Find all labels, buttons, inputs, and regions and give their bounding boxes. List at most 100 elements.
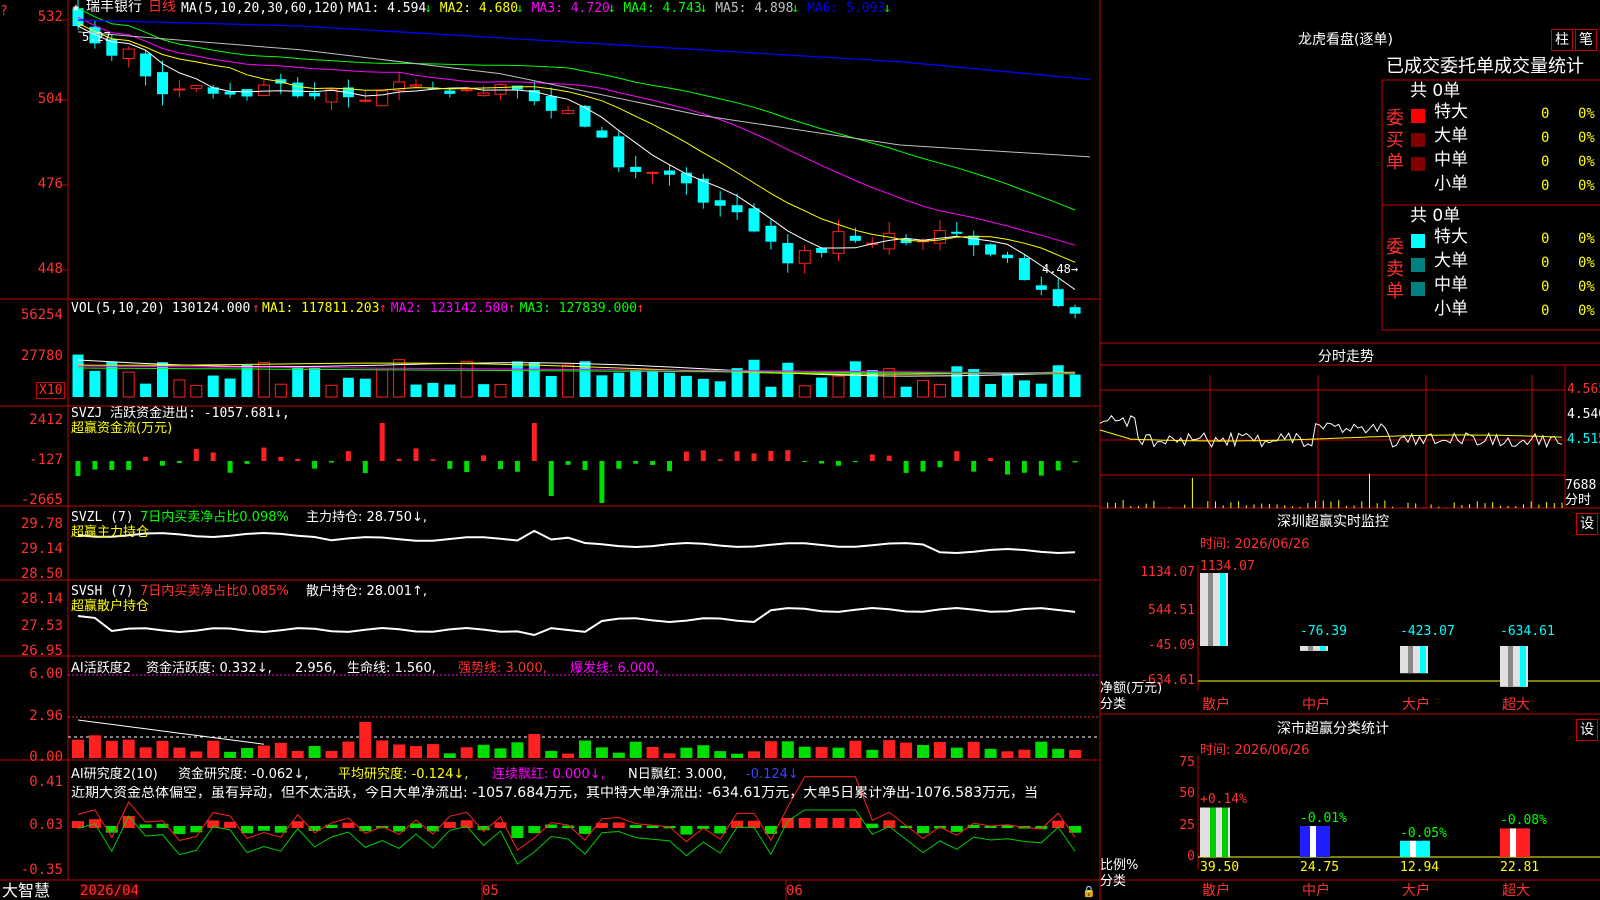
ma1-line	[77, 25, 1076, 291]
candle-body-down	[782, 242, 794, 264]
activity-bar	[612, 752, 625, 758]
candle-body-down	[664, 170, 675, 175]
volume-bar-down	[478, 384, 490, 397]
sell-legend-swatch	[1411, 234, 1425, 248]
sell-row-count: 0	[1541, 231, 1550, 247]
fund-flow-in-bar	[531, 423, 537, 461]
intraday-price-tick: 4.540	[1567, 407, 1600, 422]
fund-flow-in-bar	[413, 448, 419, 461]
intraday-price-line	[1099, 414, 1563, 449]
activity-bar	[241, 748, 253, 758]
monitor-y-tick: -45.09	[1148, 638, 1195, 653]
lh-title: 龙虎看盘(逐单)	[1298, 32, 1393, 48]
date-tick-may: 05	[482, 883, 499, 899]
fund-flow-out-bar	[312, 461, 318, 469]
bar-mode-button[interactable]: 柱	[1551, 29, 1573, 51]
activity-bar	[207, 740, 220, 758]
fund-flow-out-bar	[903, 461, 909, 473]
volume-bar-down	[613, 372, 625, 397]
activity-bar	[883, 740, 896, 758]
activity-bar	[511, 742, 524, 758]
fund-flow-out-bar	[667, 461, 672, 472]
vol-ma4-line	[77, 367, 1076, 375]
sell-legend-swatch	[1411, 258, 1425, 272]
fund-flow-out-bar	[802, 461, 808, 462]
candle-body-down	[1035, 285, 1047, 290]
research-bar	[257, 826, 270, 831]
monitor-bar-shade	[1408, 646, 1413, 674]
activity-bar	[528, 734, 541, 758]
fund-flow-in-bar	[345, 451, 351, 461]
activity-bar	[477, 744, 490, 758]
lock-icon[interactable]: 🔒	[1082, 884, 1096, 899]
research-bar	[917, 826, 929, 834]
volume-bar-down	[748, 359, 760, 397]
brand-label: 大智慧	[2, 881, 51, 900]
y-tick-label: 27.53	[20, 618, 63, 634]
period-label[interactable]: 日线	[148, 0, 176, 15]
volume-bar-down	[359, 378, 371, 397]
candle-body-down	[613, 136, 625, 168]
activity-bar	[342, 741, 355, 758]
activity-bar	[731, 753, 744, 758]
stock-name[interactable]: 瑞丰银行	[86, 0, 142, 15]
fund-flow-in-bar	[430, 459, 436, 461]
candle-body-down	[765, 225, 777, 242]
candle-body-down	[748, 208, 760, 232]
research-bar	[950, 826, 963, 832]
activity-bar	[410, 746, 422, 758]
fund-flow-in-bar	[988, 458, 994, 461]
volume-bar-up	[393, 359, 406, 398]
stock-mark: ?	[0, 4, 8, 19]
volume-bar-down	[89, 370, 101, 397]
candle-body-down	[816, 247, 828, 253]
vol-arrow: ↑	[252, 301, 260, 316]
fund-flow-in-bar	[751, 453, 757, 461]
stat-change-label: -0.05%	[1400, 825, 1447, 841]
fund-flow-out-bar	[819, 461, 825, 464]
monitor-settings-button[interactable]: 设	[1576, 513, 1598, 535]
stock-terminal-window: ? ★ 瑞丰银行 日线 MA(5,10,20,30,60,120) MA1: 4…	[0, 0, 1600, 900]
y-tick-label: 28.14	[20, 591, 63, 607]
monitor-bar-accent	[1520, 646, 1526, 687]
monitor-bar-shade	[1308, 646, 1313, 651]
vol-ma-arrow: ↑	[507, 301, 516, 316]
activity-bar	[1035, 741, 1048, 758]
sell-row-pct: 0%	[1578, 231, 1595, 247]
volume-bar-down	[647, 370, 659, 397]
y-tick-label: 29.14	[20, 541, 63, 557]
stat-y-tick: 0	[1187, 849, 1195, 864]
activity-bar	[190, 751, 203, 758]
research-bar	[291, 821, 304, 828]
research-bar	[173, 826, 186, 835]
y-tick-label: 504	[37, 91, 63, 107]
tick-mode-button[interactable]: 笔	[1575, 29, 1597, 51]
intraday-price-tick: 4.515	[1567, 432, 1600, 447]
candle-body-up	[646, 171, 659, 174]
star-icon[interactable]: ★	[72, 0, 80, 15]
activity-bar	[376, 740, 389, 758]
activity-bar	[697, 745, 710, 758]
stat-title: 深市超赢分类统计	[1277, 721, 1389, 737]
y-tick-label: 26.95	[20, 643, 63, 659]
activity-bar	[291, 750, 304, 758]
y-tick-label: 476	[37, 176, 63, 192]
buy-row-label: 特大	[1434, 102, 1468, 122]
svsh-title: 超赢散户持仓	[71, 599, 150, 614]
fund-flow-out-bar	[548, 461, 554, 496]
research-bar	[866, 823, 879, 828]
svzl-hold: 主力持仓: 28.750↓,	[306, 510, 428, 525]
activity-bar	[663, 753, 676, 758]
volume-bar-down	[427, 382, 439, 397]
volume-bar-down	[697, 378, 709, 397]
fund-flow-in-bar	[379, 423, 385, 461]
fund-flow-out-bar	[92, 461, 98, 470]
candle-body-up	[460, 89, 473, 92]
activity-bar	[646, 746, 659, 758]
volume-bar-down	[951, 366, 963, 397]
ai2-nred: N日飘红: 3.000,	[628, 767, 727, 782]
monitor-y-tick: 1134.07	[1140, 565, 1195, 580]
stat-category-label: 散户	[1202, 883, 1230, 899]
intraday-title[interactable]: 分时走势	[1318, 350, 1374, 365]
stat-settings-button[interactable]: 设	[1576, 719, 1598, 741]
